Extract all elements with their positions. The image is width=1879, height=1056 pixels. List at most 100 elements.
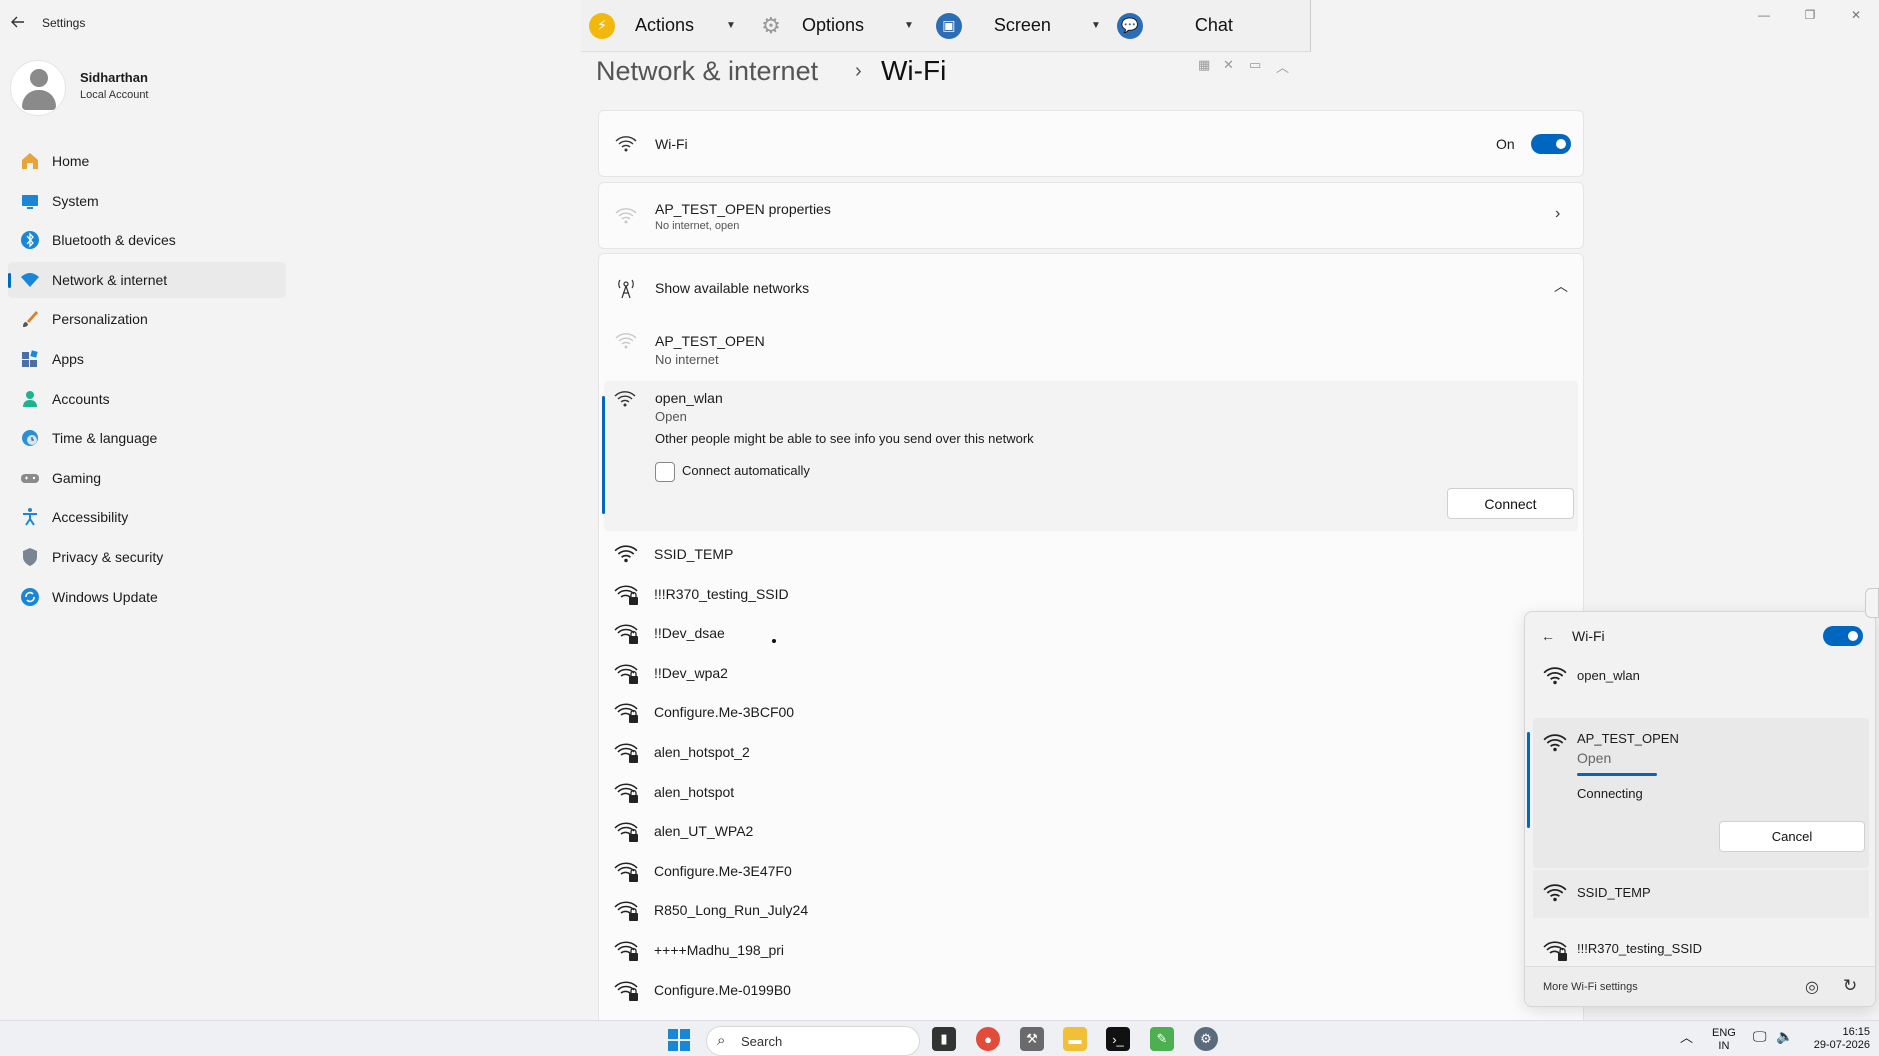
terminal-icon[interactable]: ›_ <box>1106 1027 1130 1051</box>
taskbar-search[interactable]: ⌕ Search <box>706 1026 920 1056</box>
expanded-network-name: open_wlan <box>655 390 723 406</box>
windows-start-icon[interactable] <box>668 1029 690 1054</box>
antenna-icon <box>615 277 637 299</box>
toolbar-options[interactable]: ⚙ Options ▼ <box>750 0 914 52</box>
network-row[interactable]: alen_hotspot_2 <box>598 734 1584 774</box>
page-title: Wi-Fi <box>881 55 947 86</box>
sidebar-item-home[interactable]: Home <box>8 143 286 179</box>
back-arrow-icon <box>11 16 24 28</box>
network-name: alen_hotspot_2 <box>654 744 750 760</box>
sidebar-item-privacy[interactable]: Privacy & security <box>8 539 286 575</box>
sidebar-item-time-language[interactable]: Time & language <box>8 420 286 456</box>
sidebar-nav: Home System Bluetooth & devices Network … <box>8 143 286 618</box>
network-name: !!Dev_wpa2 <box>654 664 728 681</box>
sidebar-item-apps[interactable]: Apps <box>8 341 286 377</box>
flyout-handle[interactable] <box>1865 588 1879 618</box>
flyout-back-icon[interactable]: ← <box>1541 628 1555 644</box>
flyout-wifi-toggle[interactable] <box>1823 626 1863 646</box>
network-name: !!Dev_dsae <box>654 625 725 642</box>
network-name: alen_UT_WPA2 <box>654 823 754 840</box>
wifi-icon <box>615 133 637 155</box>
network-row[interactable]: alen_hotspot <box>598 774 1584 814</box>
avatar[interactable] <box>10 60 66 116</box>
language-indicator[interactable]: ENG IN <box>1712 1027 1736 1053</box>
cancel-button[interactable]: Cancel <box>1719 821 1865 852</box>
display-icon[interactable]: ▭ <box>1249 57 1261 73</box>
back-button[interactable] <box>10 14 30 32</box>
settings-icon[interactable]: ⚙ <box>1194 1027 1218 1051</box>
chat-icon: 💬 <box>1116 12 1143 39</box>
fullscreen-icon[interactable]: ✕ <box>1223 57 1234 73</box>
maximize-button[interactable]: ❐ <box>1787 0 1833 30</box>
network-row[interactable]: Configure.Me-3BCF00 <box>598 694 1584 734</box>
gamepad-icon <box>20 468 40 488</box>
wifi-lock-icon <box>614 584 638 606</box>
chevron-down-icon[interactable]: ▼ <box>904 20 914 31</box>
network-name: alen_hotspot <box>654 783 735 800</box>
wifi-state-label: On <box>1496 136 1515 152</box>
wifi-lock-icon <box>614 821 638 843</box>
toolbar-chat[interactable]: 💬 Chat <box>1109 0 1233 52</box>
network-name: !!!R370_testing_SSID <box>654 585 789 602</box>
network-row[interactable]: !!Dev_wpa2 <box>598 655 1584 695</box>
connect-automatically-label: Connect automatically <box>682 463 810 478</box>
sidebar-item-system[interactable]: System <box>8 183 286 219</box>
sidebar-item-gaming[interactable]: Gaming <box>8 460 286 496</box>
refresh-icon[interactable]: ↻ <box>1843 976 1857 996</box>
wifi-lock-icon <box>614 742 638 764</box>
breadcrumb-parent[interactable]: Network & internet <box>596 56 818 87</box>
wifi-icon <box>614 544 638 566</box>
file-explorer-icon[interactable]: ▬ <box>1063 1027 1087 1051</box>
network-row[interactable]: Configure.Me-3E47F0 <box>598 853 1584 893</box>
task-view-icon[interactable]: ▮ <box>932 1027 956 1051</box>
network-name: Configure.Me-3BCF00 <box>654 704 795 721</box>
network-properties-card[interactable]: AP_TEST_OPEN properties No internet, ope… <box>598 182 1584 249</box>
network-ap-test-open[interactable]: AP_TEST_OPEN No internet <box>599 321 1585 375</box>
close-button[interactable]: ✕ <box>1833 0 1879 30</box>
sidebar-item-network[interactable]: Network & internet <box>8 261 286 298</box>
connect-automatically-checkbox[interactable] <box>655 462 675 482</box>
gauge-icon[interactable]: ◎ <box>1805 977 1819 997</box>
notepad-icon[interactable]: ✎ <box>1150 1027 1174 1051</box>
chrome-icon[interactable]: ● <box>976 1027 1000 1051</box>
minimize-button[interactable]: — <box>1741 0 1787 30</box>
more-wifi-settings-link[interactable]: More Wi-Fi settings <box>1543 981 1638 993</box>
wifi-lock-icon <box>614 861 638 883</box>
sidebar-item-windows-update[interactable]: Windows Update <box>8 579 286 615</box>
clock[interactable]: 16:15 29-07-2026 <box>1806 1026 1870 1052</box>
connect-button[interactable]: Connect <box>1447 488 1574 519</box>
volume-icon[interactable]: 🔈 <box>1776 1029 1793 1043</box>
sidebar-item-accessibility[interactable]: Accessibility <box>8 499 286 535</box>
wifi-label: Wi-Fi <box>655 136 688 152</box>
network-row[interactable]: ++++Madhu_198_pri <box>598 932 1584 972</box>
tray-chevron-up-icon[interactable]: ︿ <box>1680 1031 1693 1044</box>
toolbar-actions[interactable]: ⚡ Actions ▼ <box>581 0 736 52</box>
wifi-flyout: ← Wi-Fi open_wlan AP_TEST_OPEN Open Conn… <box>1524 611 1876 1007</box>
chevron-up-icon[interactable]: ︿ <box>1276 57 1289 76</box>
user-name: Sidharthan <box>80 70 148 85</box>
shield-icon <box>20 547 40 567</box>
network-row[interactable]: alen_UT_WPA2 <box>598 813 1584 853</box>
chevron-down-icon[interactable]: ▼ <box>726 20 736 31</box>
network-row[interactable]: !!Dev_dsae <box>598 615 1584 655</box>
network-row[interactable]: SSID_TEMP <box>598 536 1584 576</box>
network-tray-icon[interactable]: 🖵 <box>1753 1029 1767 1043</box>
network-name: Configure.Me-0199B0 <box>654 981 791 998</box>
wifi-toggle[interactable] <box>1531 134 1571 154</box>
flyout-network-open-wlan[interactable]: open_wlan <box>1533 650 1869 702</box>
network-row[interactable]: Configure.Me-0199B0 <box>598 972 1584 1012</box>
flyout-network-ssid-temp[interactable]: SSID_TEMP <box>1533 870 1869 918</box>
network-tool-icon[interactable]: ⚒ <box>1020 1027 1044 1051</box>
chevron-down-icon[interactable]: ▼ <box>1091 20 1101 31</box>
chevron-up-icon[interactable]: ︿ <box>1554 276 1568 296</box>
properties-title: AP_TEST_OPEN properties <box>655 201 831 217</box>
network-row[interactable]: R850_Long_Run_July24 <box>598 892 1584 932</box>
toolbar-screen[interactable]: ▣ Screen ▼ <box>928 0 1101 52</box>
show-networks-header[interactable]: Show available networks ︿ <box>598 253 1584 321</box>
sidebar-item-accounts[interactable]: Accounts <box>8 381 286 417</box>
network-row[interactable]: !!!R370_testing_SSID <box>598 576 1584 616</box>
sidebar-item-bluetooth[interactable]: Bluetooth & devices <box>8 222 286 258</box>
lightning-icon: ⚡ <box>589 12 615 39</box>
grid-icon[interactable]: ▦ <box>1198 57 1210 73</box>
sidebar-item-personalization[interactable]: Personalization <box>8 301 286 337</box>
